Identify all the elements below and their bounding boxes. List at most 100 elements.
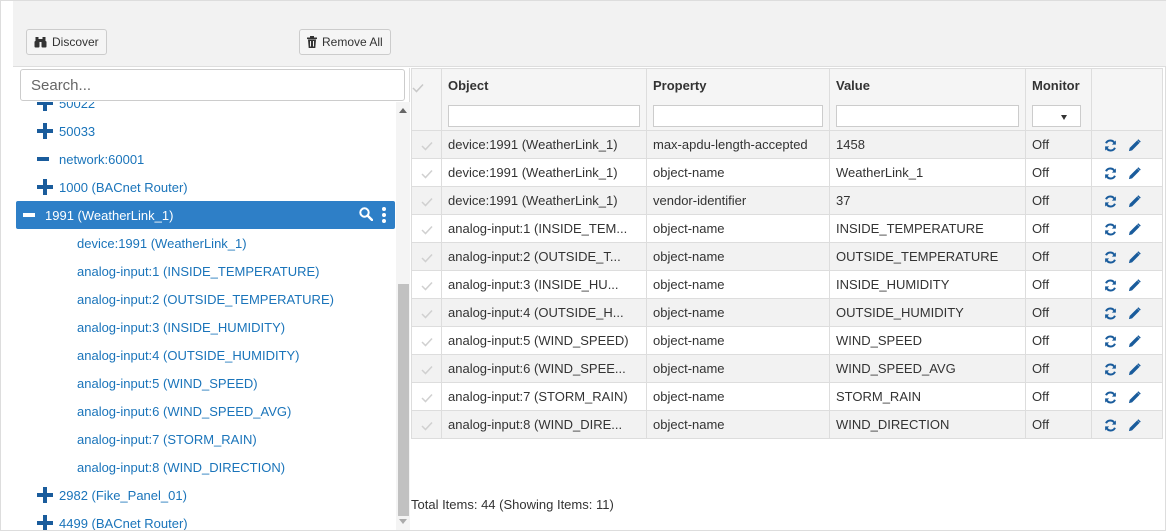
cell-monitor[interactable]: Off xyxy=(1025,354,1092,383)
table-row[interactable]: analog-input:2 (OUTSIDE_T... object-name O… xyxy=(411,242,1163,271)
pencil-icon[interactable] xyxy=(1128,279,1141,292)
row-select-checkbox[interactable] xyxy=(411,410,442,439)
cell-monitor[interactable]: Off xyxy=(1025,270,1092,299)
tree-leaf-item[interactable]: analog-input:4 (OUTSIDE_HUMIDITY) xyxy=(77,341,300,369)
remove-all-button[interactable]: Remove All xyxy=(299,29,391,55)
expand-plus-icon[interactable] xyxy=(37,179,53,195)
row-select-checkbox[interactable] xyxy=(411,382,442,411)
collapse-minus-icon[interactable] xyxy=(23,207,39,223)
table-row[interactable]: analog-input:7 (STORM_RAIN) object-name ST… xyxy=(411,382,1163,411)
discover-button[interactable]: Discover xyxy=(26,29,107,55)
refresh-icon[interactable] xyxy=(1104,167,1117,180)
table-header-row: Object Property Value Monitor xyxy=(411,68,1163,131)
tree-leaf-item[interactable]: device:1991 (WeatherLink_1) xyxy=(77,229,247,257)
refresh-icon[interactable] xyxy=(1104,307,1117,320)
tree-node[interactable]: 50033 xyxy=(37,117,95,145)
tree-leaf-item[interactable]: analog-input:3 (INSIDE_HUMIDITY) xyxy=(77,313,285,341)
row-select-checkbox[interactable] xyxy=(411,242,442,271)
tree-leaf-item[interactable]: analog-input:1 (INSIDE_TEMPERATURE) xyxy=(77,257,320,285)
object-filter-input[interactable] xyxy=(448,105,640,127)
value-filter-input[interactable] xyxy=(836,105,1019,127)
cell-property: object-name xyxy=(646,382,830,411)
pencil-icon[interactable] xyxy=(1128,363,1141,376)
row-select-checkbox[interactable] xyxy=(411,214,442,243)
refresh-icon[interactable] xyxy=(1104,139,1117,152)
search-icon[interactable] xyxy=(359,206,374,224)
table-row[interactable]: device:1991 (WeatherLink_1) object-name We… xyxy=(411,158,1163,187)
pencil-icon[interactable] xyxy=(1128,223,1141,236)
row-select-checkbox[interactable] xyxy=(411,354,442,383)
row-select-checkbox[interactable] xyxy=(411,130,442,159)
table-row[interactable]: analog-input:5 (WIND_SPEED) object-name WI… xyxy=(411,326,1163,355)
scroll-up-arrow-icon[interactable] xyxy=(399,108,407,113)
scroll-down-arrow-icon[interactable] xyxy=(399,519,407,524)
pencil-icon[interactable] xyxy=(1128,139,1141,152)
cell-property: object-name xyxy=(646,354,830,383)
expand-plus-icon[interactable] xyxy=(37,487,53,503)
tree-leaf-item[interactable]: analog-input:5 (WIND_SPEED) xyxy=(77,369,258,397)
row-select-checkbox[interactable] xyxy=(411,298,442,327)
cell-monitor[interactable]: Off xyxy=(1025,214,1092,243)
cell-monitor[interactable]: Off xyxy=(1025,242,1092,271)
tree-leaf-item[interactable]: analog-input:6 (WIND_SPEED_AVG) xyxy=(77,397,291,425)
cell-monitor[interactable]: Off xyxy=(1025,382,1092,411)
cell-monitor[interactable]: Off xyxy=(1025,298,1092,327)
pencil-icon[interactable] xyxy=(1128,419,1141,432)
refresh-icon[interactable] xyxy=(1104,363,1117,376)
cell-monitor[interactable]: Off xyxy=(1025,158,1092,187)
refresh-icon[interactable] xyxy=(1104,335,1117,348)
cell-monitor[interactable]: Off xyxy=(1025,326,1092,355)
collapse-minus-icon[interactable] xyxy=(37,151,53,167)
tree-node[interactable]: 50022 xyxy=(37,102,95,117)
table-row[interactable]: device:1991 (WeatherLink_1) vendor-identi… xyxy=(411,186,1163,215)
pencil-icon[interactable] xyxy=(1128,251,1141,264)
table-row[interactable]: device:1991 (WeatherLink_1) max-apdu-leng… xyxy=(411,130,1163,159)
refresh-icon[interactable] xyxy=(1104,279,1117,292)
monitor-filter-select[interactable] xyxy=(1032,105,1081,127)
kebab-menu-icon[interactable] xyxy=(382,207,386,223)
pencil-icon[interactable] xyxy=(1128,391,1141,404)
refresh-icon[interactable] xyxy=(1104,195,1117,208)
row-select-checkbox[interactable] xyxy=(411,186,442,215)
select-all-header[interactable] xyxy=(411,68,442,131)
table-row[interactable]: analog-input:3 (INSIDE_HU... object-name I… xyxy=(411,270,1163,299)
table-row[interactable]: analog-input:1 (INSIDE_TEM... object-name… xyxy=(411,214,1163,243)
property-filter-input[interactable] xyxy=(653,105,823,127)
check-icon xyxy=(420,137,433,152)
refresh-icon[interactable] xyxy=(1104,391,1117,404)
scroll-thumb[interactable] xyxy=(398,284,409,516)
refresh-icon[interactable] xyxy=(1104,223,1117,236)
cell-object: analog-input:5 (WIND_SPEED) xyxy=(441,326,647,355)
tree-scrollbar[interactable] xyxy=(396,102,410,530)
pencil-icon[interactable] xyxy=(1128,307,1141,320)
tree-node-selected[interactable]: 1991 (WeatherLink_1) xyxy=(16,201,395,229)
tree-node[interactable]: 4499 (BACnet Router) xyxy=(37,509,188,530)
table-row[interactable]: analog-input:8 (WIND_DIRE... object-name W… xyxy=(411,410,1163,439)
tree-node-label: analog-input:1 (INSIDE_TEMPERATURE) xyxy=(77,263,320,279)
refresh-icon[interactable] xyxy=(1104,251,1117,264)
table-row[interactable]: analog-input:4 (OUTSIDE_H... object-name O… xyxy=(411,298,1163,327)
expand-plus-icon[interactable] xyxy=(37,102,53,111)
pencil-icon[interactable] xyxy=(1128,167,1141,180)
cell-monitor[interactable]: Off xyxy=(1025,130,1092,159)
tree-leaf-item[interactable]: analog-input:2 (OUTSIDE_TEMPERATURE) xyxy=(77,285,334,313)
properties-grid-panel: Object Property Value Monitor device:199… xyxy=(411,68,1165,530)
tree-node[interactable]: network:60001 xyxy=(37,145,144,173)
tree-node[interactable]: 1000 (BACnet Router) xyxy=(37,173,188,201)
check-icon xyxy=(420,277,433,292)
expand-plus-icon[interactable] xyxy=(37,515,53,530)
row-select-checkbox[interactable] xyxy=(411,326,442,355)
table-row[interactable]: analog-input:6 (WIND_SPEE... object-name W… xyxy=(411,354,1163,383)
search-input[interactable] xyxy=(20,69,405,101)
tree-leaf-item[interactable]: analog-input:8 (WIND_DIRECTION) xyxy=(77,453,285,481)
expand-plus-icon[interactable] xyxy=(37,123,53,139)
row-select-checkbox[interactable] xyxy=(411,270,442,299)
pencil-icon[interactable] xyxy=(1128,335,1141,348)
cell-monitor[interactable]: Off xyxy=(1025,410,1092,439)
tree-leaf-item[interactable]: analog-input:7 (STORM_RAIN) xyxy=(77,425,257,453)
refresh-icon[interactable] xyxy=(1104,419,1117,432)
tree-node[interactable]: 2982 (Fike_Panel_01) xyxy=(37,481,187,509)
cell-monitor[interactable]: Off xyxy=(1025,186,1092,215)
pencil-icon[interactable] xyxy=(1128,195,1141,208)
row-select-checkbox[interactable] xyxy=(411,158,442,187)
